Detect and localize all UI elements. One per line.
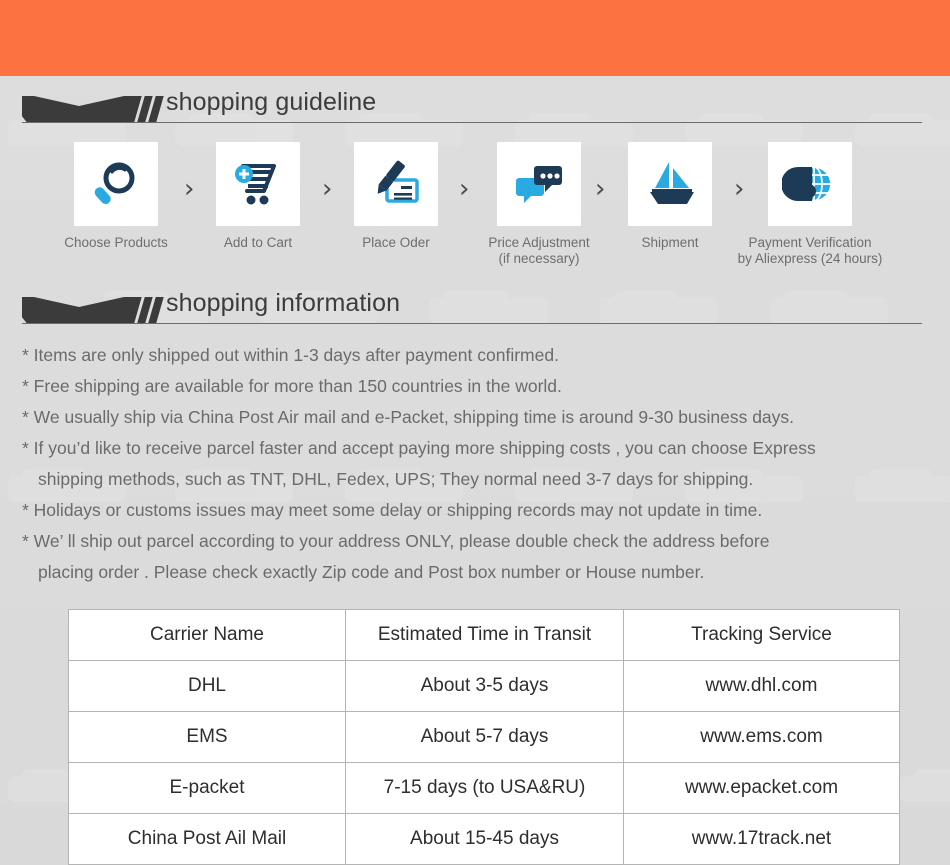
step-label-line1: Payment Verification: [748, 235, 872, 250]
table-header-cell: Tracking Service: [623, 609, 900, 661]
magnifier-icon: [94, 162, 135, 204]
table-cell-tracking[interactable]: www.epacket.com: [623, 762, 900, 814]
page-body: shopping guideline Choose Products › Add…: [0, 76, 950, 865]
table-cell-carrier: China Post Ail Mail: [68, 813, 346, 865]
step-label-line2: by Aliexpress (24 hours): [737, 251, 883, 266]
table-cell-carrier: DHL: [68, 660, 346, 712]
step-payment-verification[interactable]: Payment Verification by Aliexpress (24 h…: [722, 142, 898, 267]
section-header-information: shopping information: [22, 289, 922, 327]
table-header-row: Carrier Name Estimated Time in Transit T…: [68, 609, 900, 661]
table-cell-transit: About 5-7 days: [345, 711, 624, 763]
info-line: * We usually ship via China Post Air mai…: [22, 407, 795, 427]
dollar-globe-icon: [782, 166, 832, 202]
table-row: E-packet 7-15 days (to USA&RU) www.epack…: [68, 762, 900, 814]
step-icon-box: [216, 142, 300, 226]
step-icon-box: [768, 142, 852, 226]
info-line: placing order . Please check exactly Zip…: [38, 562, 705, 582]
info-line: * Holidays or customs issues may meet so…: [22, 500, 763, 520]
carrier-table: Carrier Name Estimated Time in Transit T…: [68, 609, 900, 865]
table-cell-transit: About 15-45 days: [345, 813, 624, 865]
table-cell-tracking[interactable]: www.ems.com: [623, 711, 900, 763]
pen-check-icon: [377, 160, 419, 203]
table-cell-transit: About 3-5 days: [345, 660, 624, 712]
info-line: * We’ ll ship out parcel according to yo…: [22, 531, 770, 551]
table-header-cell: Carrier Name: [68, 609, 346, 661]
section-divider: [22, 323, 922, 324]
step-icon-box: [497, 142, 581, 226]
table-cell-carrier: EMS: [68, 711, 346, 763]
table-row: China Post Ail Mail About 15-45 days www…: [68, 813, 900, 865]
top-orange-banner: [0, 0, 950, 76]
shopping-steps: Choose Products › Add to Cart › Place Od…: [0, 142, 950, 277]
step-label-line2: (if necessary): [498, 251, 580, 266]
table-cell-tracking[interactable]: www.17track.net: [623, 813, 900, 865]
section-title-information: shopping information: [166, 289, 401, 317]
info-line: shipping methods, such as TNT, DHL, Fede…: [38, 469, 754, 489]
info-line: * Items are only shipped out within 1-3 …: [22, 345, 559, 365]
table-header-cell: Estimated Time in Transit: [345, 609, 624, 661]
table-row: EMS About 5-7 days www.ems.com: [68, 711, 900, 763]
section-divider: [22, 122, 922, 123]
section-title-guideline: shopping guideline: [166, 88, 377, 116]
table-row: DHL About 3-5 days www.dhl.com: [68, 660, 900, 712]
step-icon-box: [74, 142, 158, 226]
watermark: [900, 769, 950, 802]
chat-bubbles-icon: [516, 166, 562, 203]
table-cell-transit: 7-15 days (to USA&RU): [345, 762, 624, 814]
table-cell-carrier: E-packet: [68, 762, 346, 814]
table-cell-tracking[interactable]: www.dhl.com: [623, 660, 900, 712]
step-icon-box: [628, 142, 712, 226]
info-line: * Free shipping are available for more t…: [22, 376, 562, 396]
section-header-guideline: shopping guideline: [22, 88, 922, 126]
step-icon-box: [354, 142, 438, 226]
shipping-info-list: * Items are only shipped out within 1-3 …: [22, 340, 932, 588]
add-to-cart-icon: [235, 164, 276, 205]
sailboat-icon: [650, 162, 694, 204]
info-line: * If you’d like to receive parcel faster…: [22, 438, 816, 458]
step-label: Payment Verification by Aliexpress (24 h…: [722, 235, 898, 267]
